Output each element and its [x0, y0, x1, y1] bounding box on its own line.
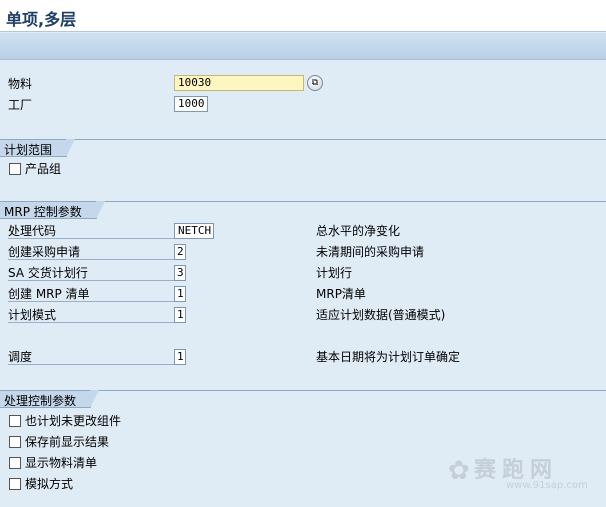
plant-label: 工厂: [8, 98, 33, 112]
scheduling-input[interactable]: 1: [174, 349, 186, 365]
mrp-control-section: MRP 控制参数 处理代码 NETCH 总水平的净变化 创建采购申请 2 未清期…: [0, 201, 606, 381]
processing-key-input[interactable]: NETCH: [174, 223, 214, 239]
planning-scope-section: 计划范围 产品组: [0, 139, 606, 189]
mrp-control-title: MRP 控制参数: [0, 201, 105, 219]
material-input[interactable]: 10030: [174, 75, 304, 91]
create-mrp-list-desc: MRP清单: [316, 287, 366, 301]
planning-mode-desc: 适应计划数据(普通模式): [316, 308, 446, 322]
title-bar: 单项,多层: [0, 0, 606, 32]
runner-icon: ✿: [448, 456, 470, 486]
page-title: 单项,多层: [6, 10, 77, 29]
product-group-label: 产品组: [25, 162, 62, 176]
create-pr-input[interactable]: 2: [174, 244, 186, 260]
plan-unchanged-components-checkbox[interactable]: [9, 415, 21, 427]
material-label: 物料: [8, 77, 33, 91]
display-bom-checkbox[interactable]: [9, 457, 21, 469]
display-bom-label: 显示物料清单: [25, 456, 98, 470]
plan-unchanged-components-label: 也计划未更改组件: [25, 414, 122, 428]
planning-scope-title: 计划范围: [0, 139, 76, 157]
scheduling-label: 调度: [8, 349, 174, 365]
simulation-mode-checkbox[interactable]: [9, 478, 21, 490]
sa-schedule-label: SA 交货计划行: [8, 265, 174, 281]
watermark: ✿ 赛跑网 www.91sap.com: [448, 452, 598, 497]
product-group-checkbox[interactable]: [9, 163, 21, 175]
application-toolbar: [0, 33, 606, 60]
sa-schedule-desc: 计划行: [316, 266, 353, 280]
display-results-checkbox[interactable]: [9, 436, 21, 448]
display-results-label: 保存前显示结果: [25, 435, 110, 449]
processing-key-desc: 总水平的净变化: [316, 224, 401, 238]
create-mrp-list-label: 创建 MRP 清单: [8, 286, 174, 302]
sa-schedule-input[interactable]: 3: [174, 265, 186, 281]
create-pr-desc: 未清期间的采购申请: [316, 245, 425, 259]
matchcode-icon[interactable]: ⧉: [307, 75, 323, 91]
planning-mode-label: 计划模式: [8, 307, 174, 323]
simulation-mode-label: 模拟方式: [25, 477, 74, 491]
create-mrp-list-input[interactable]: 1: [174, 286, 186, 302]
watermark-url: www.91sap.com: [506, 480, 588, 491]
processing-control-title: 处理控制参数: [0, 390, 100, 408]
processing-key-label: 处理代码: [8, 223, 174, 239]
plant-input[interactable]: 1000: [174, 96, 208, 112]
planning-mode-input[interactable]: 1: [174, 307, 186, 323]
create-pr-label: 创建采购申请: [8, 244, 174, 260]
scheduling-desc: 基本日期将为计划订单确定: [316, 350, 461, 364]
